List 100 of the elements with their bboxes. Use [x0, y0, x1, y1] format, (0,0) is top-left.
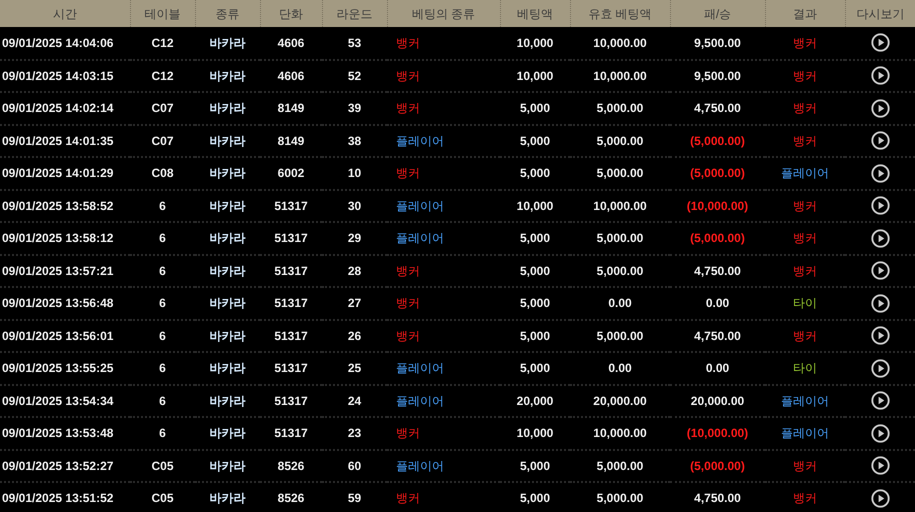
time-cell: 09/01/2025 13:54:34 [0, 384, 130, 417]
result-cell: 뱅커 [765, 222, 845, 254]
round-cell: 38 [322, 124, 387, 157]
time-cell: 09/01/2025 13:55:25 [0, 352, 130, 384]
replay-button[interactable] [870, 294, 890, 313]
play-icon [870, 164, 890, 183]
replay-button[interactable] [870, 196, 890, 216]
table-cell: 6 [130, 352, 195, 384]
shoe-cell: 4606 [260, 60, 322, 92]
replay-button[interactable] [870, 391, 890, 410]
table-cell: C07 [130, 124, 195, 157]
time-cell: 09/01/2025 13:51:52 [0, 482, 130, 512]
shoe-cell: 4606 [260, 27, 322, 60]
time-cell: 09/01/2025 13:58:52 [0, 190, 130, 222]
table-cell: C12 [130, 27, 195, 60]
valid-bet-cell: 5,000.00 [570, 124, 670, 157]
round-cell: 25 [322, 352, 387, 384]
valid-bet-cell: 10,000.00 [570, 417, 670, 450]
bet-type-cell: 뱅커 [387, 417, 500, 450]
table-cell: 6 [130, 254, 195, 287]
game-cell: 바카라 [195, 384, 260, 417]
bet-amount-cell: 5,000 [500, 157, 570, 190]
win-loss-cell: 20,000.00 [670, 384, 765, 417]
win-loss-cell: 0.00 [670, 287, 765, 320]
column-header: 종류 [195, 0, 260, 27]
replay-button[interactable] [870, 33, 890, 52]
replay-button[interactable] [870, 326, 890, 346]
column-header: 라운드 [322, 0, 387, 27]
table-cell: 6 [130, 384, 195, 417]
bet-type-cell: 뱅커 [387, 287, 500, 320]
result-cell: 뱅커 [765, 254, 845, 287]
replay-button[interactable] [870, 261, 890, 280]
play-icon [870, 294, 890, 313]
play-icon [870, 326, 890, 346]
time-cell: 09/01/2025 13:52:27 [0, 450, 130, 482]
result-cell: 뱅커 [765, 124, 845, 157]
game-cell: 바카라 [195, 450, 260, 482]
round-cell: 23 [322, 417, 387, 450]
replay-button[interactable] [870, 424, 890, 443]
replay-button[interactable] [870, 164, 890, 183]
bet-amount-cell: 20,000 [500, 384, 570, 417]
win-loss-cell: (5,000.00) [670, 157, 765, 190]
column-header: 베팅액 [500, 0, 570, 27]
round-cell: 60 [322, 450, 387, 482]
round-cell: 30 [322, 190, 387, 222]
column-header: 결과 [765, 0, 845, 27]
replay-button[interactable] [870, 228, 890, 248]
game-cell: 바카라 [195, 287, 260, 320]
bet-amount-cell: 5,000 [500, 482, 570, 512]
game-cell: 바카라 [195, 482, 260, 512]
valid-bet-cell: 20,000.00 [570, 384, 670, 417]
replay-button[interactable] [870, 358, 890, 378]
result-cell: 뱅커 [765, 482, 845, 512]
win-loss-cell: (5,000.00) [670, 222, 765, 254]
table-cell: C12 [130, 60, 195, 92]
shoe-cell: 51317 [260, 287, 322, 320]
valid-bet-cell: 5,000.00 [570, 254, 670, 287]
valid-bet-cell: 5,000.00 [570, 320, 670, 352]
game-cell: 바카라 [195, 157, 260, 190]
game-cell: 바카라 [195, 417, 260, 450]
bet-amount-cell: 5,000 [500, 287, 570, 320]
valid-bet-cell: 5,000.00 [570, 157, 670, 190]
win-loss-cell: 4,750.00 [670, 92, 765, 124]
table-cell: 6 [130, 222, 195, 254]
play-icon [870, 358, 890, 378]
win-loss-cell: 9,500.00 [670, 27, 765, 60]
bet-amount-cell: 5,000 [500, 92, 570, 124]
valid-bet-cell: 10,000.00 [570, 27, 670, 60]
column-header: 시간 [0, 0, 130, 27]
game-cell: 바카라 [195, 60, 260, 92]
replay-button[interactable] [870, 488, 890, 508]
column-header: 패/승 [670, 0, 765, 27]
shoe-cell: 51317 [260, 417, 322, 450]
bet-amount-cell: 5,000 [500, 320, 570, 352]
bet-amount-cell: 5,000 [500, 254, 570, 287]
win-loss-cell: 4,750.00 [670, 254, 765, 287]
replay-button[interactable] [870, 131, 890, 150]
win-loss-cell: (5,000.00) [670, 124, 765, 157]
game-cell: 바카라 [195, 222, 260, 254]
table-cell: C07 [130, 92, 195, 124]
shoe-cell: 8526 [260, 482, 322, 512]
win-loss-cell: 4,750.00 [670, 482, 765, 512]
replay-button[interactable] [870, 98, 890, 118]
win-loss-cell: 9,500.00 [670, 60, 765, 92]
round-cell: 39 [322, 92, 387, 124]
table-cell: 6 [130, 287, 195, 320]
play-icon [870, 196, 890, 216]
replay-button[interactable] [870, 66, 890, 86]
play-icon [870, 391, 890, 410]
replay-button[interactable] [870, 456, 890, 476]
game-cell: 바카라 [195, 352, 260, 384]
time-cell: 09/01/2025 14:02:14 [0, 92, 130, 124]
bet-type-cell: 플레이어 [387, 450, 500, 482]
bet-type-cell: 플레이어 [387, 190, 500, 222]
time-cell: 09/01/2025 14:01:29 [0, 157, 130, 190]
shoe-cell: 51317 [260, 352, 322, 384]
result-cell: 뱅커 [765, 92, 845, 124]
bet-amount-cell: 5,000 [500, 222, 570, 254]
result-cell: 뱅커 [765, 60, 845, 92]
table-cell: 6 [130, 320, 195, 352]
